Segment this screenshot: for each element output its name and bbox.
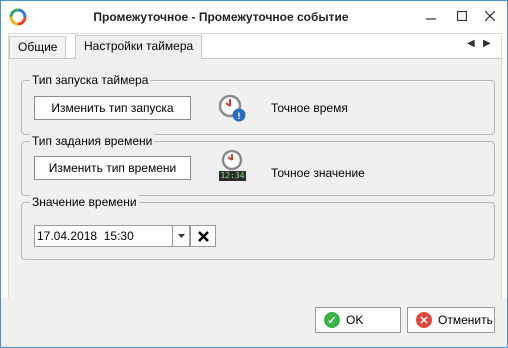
tab-strip: Общие Настройки таймера ◀ ▶ — [9, 34, 501, 59]
title-bar: Промежуточное - Промежуточное событие — [1, 1, 507, 32]
datetime-input[interactable]: 17.04.2018 15:30 — [34, 225, 190, 247]
group-time-value: Значение времени 17.04.2018 15:30 — [21, 195, 495, 260]
launch-type-value: Точное время — [271, 101, 348, 115]
close-button[interactable] — [479, 6, 501, 26]
tab-scroll-left-icon[interactable]: ◀ — [467, 38, 475, 49]
group-time-spec-label: Тип задания времени — [30, 134, 155, 148]
content-panel: Общие Настройки таймера ◀ ▶ Тип запуска … — [8, 33, 502, 299]
group-launch-type-label: Тип запуска таймера — [30, 73, 151, 87]
minimize-button[interactable] — [420, 6, 442, 26]
change-time-type-button[interactable]: Изменить тип времени — [34, 156, 191, 180]
tab-general[interactable]: Общие — [9, 36, 67, 58]
ok-button-label: OK — [346, 313, 364, 327]
cancel-button[interactable]: ✕ Отменить — [407, 307, 495, 333]
cancel-button-label: Отменить — [438, 313, 493, 327]
svg-text:!: ! — [238, 111, 241, 121]
cancel-x-icon: ✕ — [416, 312, 432, 328]
alarm-clock-digital-icon: 12:34 — [218, 148, 250, 184]
window-title: Промежуточное - Промежуточное событие — [93, 10, 349, 24]
chevron-down-icon — [177, 234, 185, 238]
ok-button[interactable]: ✓ OK — [315, 307, 401, 333]
datetime-dropdown-button[interactable] — [172, 226, 189, 246]
clock-face-icon — [221, 149, 243, 171]
clear-datetime-button[interactable] — [190, 225, 216, 247]
close-icon — [485, 11, 495, 21]
tab-scroll-right-icon[interactable]: ▶ — [483, 38, 491, 49]
maximize-button[interactable] — [451, 6, 473, 26]
clear-x-icon — [197, 230, 209, 242]
group-time-spec: Тип задания времени Изменить тип времени… — [21, 134, 495, 196]
digital-clock-display: 12:34 — [219, 171, 246, 181]
dialog-footer: ✓ OK ✕ Отменить — [1, 298, 507, 347]
dialog-window: Промежуточное - Промежуточное событие Об… — [0, 0, 508, 348]
group-launch-type: Тип запуска таймера Изменить тип запуска… — [21, 73, 495, 135]
change-launch-type-button[interactable]: Изменить тип запуска — [34, 96, 191, 120]
time-spec-value: Точное значение — [271, 166, 365, 180]
group-time-value-label: Значение времени — [30, 195, 139, 209]
alarm-clock-info-icon: ! — [218, 94, 246, 122]
maximize-icon — [457, 11, 467, 21]
checkmark-icon: ✓ — [324, 312, 340, 328]
tab-timer-settings[interactable]: Настройки таймера — [75, 35, 203, 59]
datetime-input-value: 17.04.2018 15:30 — [37, 229, 134, 243]
minimize-icon — [426, 18, 436, 20]
